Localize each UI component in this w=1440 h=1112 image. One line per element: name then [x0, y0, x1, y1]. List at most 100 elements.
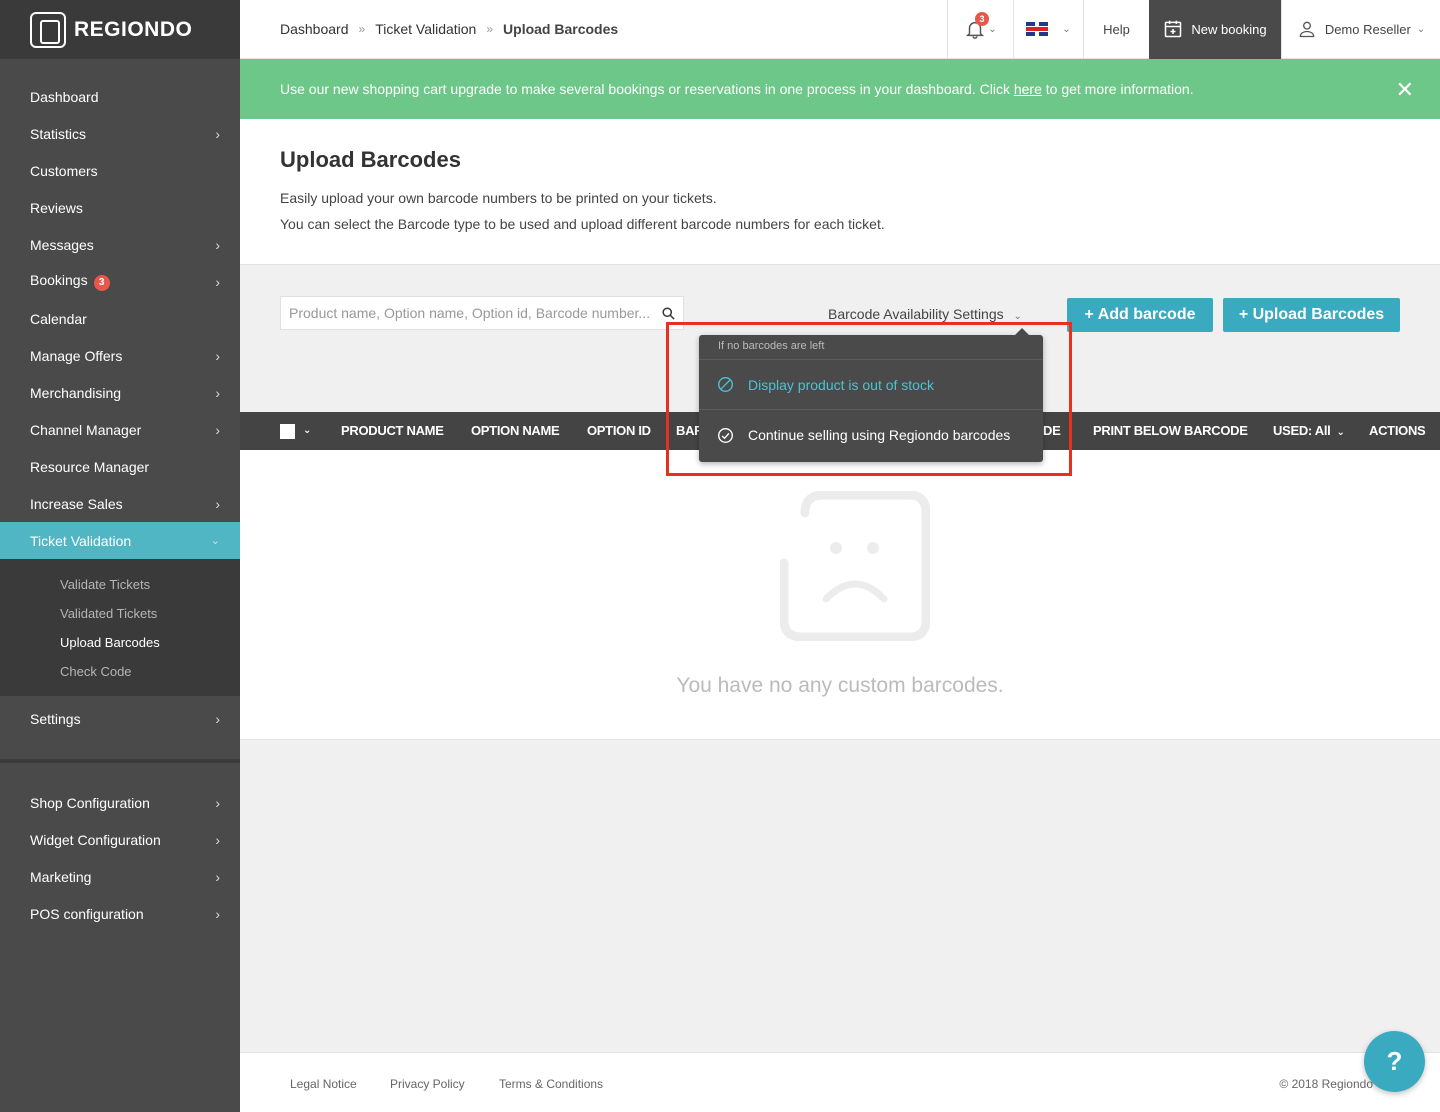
ticket-validation-subnav: Validate Tickets Validated Tickets Uploa… [0, 559, 240, 696]
option-out-of-stock-label: Display product is out of stock [748, 376, 934, 393]
sidebar-item-messages[interactable]: Messages › [0, 226, 240, 263]
calendar-plus-icon [1165, 20, 1182, 38]
sidebar-item-manage-offers[interactable]: Manage Offers › [0, 337, 240, 374]
subnav-item-upload-barcodes[interactable]: Upload Barcodes [0, 628, 240, 657]
chevron-right-icon: › [215, 347, 220, 364]
chevron-down-icon: ⌄ [1013, 311, 1022, 322]
sidebar-item-merchandising[interactable]: Merchandising › [0, 374, 240, 411]
empty-state-text: You have no any custom barcodes. [676, 674, 1004, 697]
chevron-right-icon: › [215, 905, 220, 922]
column-product-name[interactable]: PRODUCT NAME [341, 412, 444, 450]
option-out-of-stock[interactable]: Display product is out of stock [699, 360, 1043, 410]
help-link[interactable]: Help [1083, 0, 1149, 59]
sidebar-item-customers[interactable]: Customers [0, 152, 240, 189]
search-icon[interactable] [653, 306, 683, 321]
availability-label: Barcode Availability Settings [828, 306, 1004, 322]
option-continue-selling[interactable]: Continue selling using Regiondo barcodes [699, 410, 1043, 460]
chevron-down-icon: ⌄ [1062, 23, 1071, 35]
bookings-count-badge: 3 [93, 275, 110, 291]
used-filter[interactable]: USED: All ⌄ [1273, 412, 1345, 450]
footer-privacy-policy[interactable]: Privacy Policy [390, 1077, 465, 1091]
column-option-name[interactable]: OPTION NAME [471, 412, 560, 450]
sidebar-item-label: Channel Manager [30, 421, 142, 438]
topbar: Dashboard » Ticket Validation » Upload B… [240, 0, 1440, 59]
notifications-button[interactable]: 3 ⌄ [947, 0, 1013, 59]
sidebar-item-label: Settings [30, 710, 81, 727]
sidebar-item-label: Ticket Validation [30, 532, 132, 549]
sidebar-item-dashboard[interactable]: Dashboard [0, 78, 240, 115]
language-selector[interactable]: ⌄ [1013, 0, 1083, 59]
footer-terms-conditions[interactable]: Terms & Conditions [499, 1077, 603, 1091]
close-icon[interactable]: ✕ [1396, 77, 1414, 103]
breadcrumb-separator: » [486, 22, 494, 36]
logo[interactable]: REGIONDO [0, 0, 240, 59]
sidebar-item-settings[interactable]: Settings › [0, 700, 240, 737]
select-all-checkbox[interactable] [280, 424, 295, 439]
sidebar-item-label: Resource Manager [30, 458, 150, 475]
dropdown-header: If no barcodes are left [699, 335, 1043, 360]
sidebar-item-shop-configuration[interactable]: Shop Configuration › [0, 784, 240, 821]
sidebar-item-reviews[interactable]: Reviews [0, 189, 240, 226]
subnav-item-check-code[interactable]: Check Code [0, 657, 240, 686]
breadcrumb-ticket-validation[interactable]: Ticket Validation [375, 21, 476, 37]
sidebar-item-label: Merchandising [30, 384, 122, 401]
chevron-down-icon: ⌄ [988, 23, 997, 35]
help-chat-button[interactable]: ? [1364, 1031, 1425, 1092]
sidebar-item-resource-manager[interactable]: Resource Manager [0, 448, 240, 485]
page-description-line2: You can select the Barcode type to be us… [280, 216, 885, 232]
barcode-availability-settings[interactable]: Barcode Availability Settings ⌄ [828, 306, 1022, 322]
sidebar-item-increase-sales[interactable]: Increase Sales › [0, 485, 240, 522]
ban-icon [717, 376, 734, 393]
new-booking-button[interactable]: New booking [1149, 0, 1281, 59]
sidebar-item-calendar[interactable]: Calendar [0, 300, 240, 337]
breadcrumb-current: Upload Barcodes [503, 21, 619, 37]
subnav-item-validated-tickets[interactable]: Validated Tickets [0, 599, 240, 628]
chevron-right-icon: › [215, 868, 220, 885]
sidebar-item-pos-configuration[interactable]: POS configuration › [0, 895, 240, 932]
page-description-line1: Easily upload your own barcode numbers t… [280, 190, 717, 206]
sidebar-item-label: Reviews [30, 199, 83, 216]
footer-legal-notice[interactable]: Legal Notice [290, 1077, 357, 1091]
chevron-right-icon: › [215, 384, 220, 401]
uk-flag-icon [1026, 22, 1049, 36]
chevron-right-icon: › [215, 831, 220, 848]
banner-text-before: Use our new shopping cart upgrade to mak… [280, 81, 1014, 97]
chevron-down-icon: ⌄ [1336, 427, 1345, 438]
add-barcode-button[interactable]: + Add barcode [1067, 298, 1213, 332]
chevron-right-icon: › [215, 125, 220, 142]
search-input[interactable] [289, 305, 653, 321]
sidebar-item-widget-configuration[interactable]: Widget Configuration › [0, 821, 240, 858]
sidebar-item-label: Bookings [30, 272, 88, 288]
sidebar-item-bookings[interactable]: Bookings 3 › [0, 263, 240, 300]
column-print-below-barcode[interactable]: PRINT BELOW BARCODE [1093, 412, 1248, 450]
logo-text: REGIONDO [74, 17, 193, 41]
subnav-item-validate-tickets[interactable]: Validate Tickets [0, 570, 240, 599]
sidebar-item-label: Marketing [30, 868, 92, 885]
chevron-right-icon: › [215, 710, 220, 727]
breadcrumb-separator: » [358, 22, 366, 36]
column-barcode-type[interactable]: DE [1043, 412, 1061, 450]
banner-text: Use our new shopping cart upgrade to mak… [280, 81, 1194, 97]
sidebar-item-label: Manage Offers [30, 347, 123, 364]
sidebar-item-label: Statistics [30, 125, 87, 142]
sidebar-item-label: Calendar [30, 310, 87, 327]
sidebar-divider [0, 759, 240, 763]
banner-here-link[interactable]: here [1014, 81, 1042, 97]
sidebar-item-channel-manager[interactable]: Channel Manager › [0, 411, 240, 448]
breadcrumb-dashboard[interactable]: Dashboard [280, 21, 349, 37]
sidebar-item-label: POS configuration [30, 905, 144, 922]
info-banner: Use our new shopping cart upgrade to mak… [240, 59, 1440, 119]
chevron-down-icon: ⌄ [210, 535, 220, 547]
sidebar-item-ticket-validation[interactable]: Ticket Validation ⌄ [0, 522, 240, 559]
user-menu[interactable]: Demo Reseller ⌄ [1281, 0, 1440, 59]
search-box [280, 296, 684, 330]
column-option-id[interactable]: OPTION ID [587, 412, 651, 450]
chevron-down-icon[interactable]: ⌄ [303, 412, 311, 450]
upload-barcodes-button[interactable]: + Upload Barcodes [1223, 298, 1400, 332]
breadcrumb: Dashboard » Ticket Validation » Upload B… [240, 21, 947, 37]
sidebar-item-statistics[interactable]: Statistics › [0, 115, 240, 152]
chevron-down-icon: ⌄ [1416, 23, 1426, 35]
chevron-right-icon: › [215, 236, 220, 253]
page-header: Upload Barcodes Easily upload your own b… [240, 119, 1440, 265]
sidebar-item-marketing[interactable]: Marketing › [0, 858, 240, 895]
